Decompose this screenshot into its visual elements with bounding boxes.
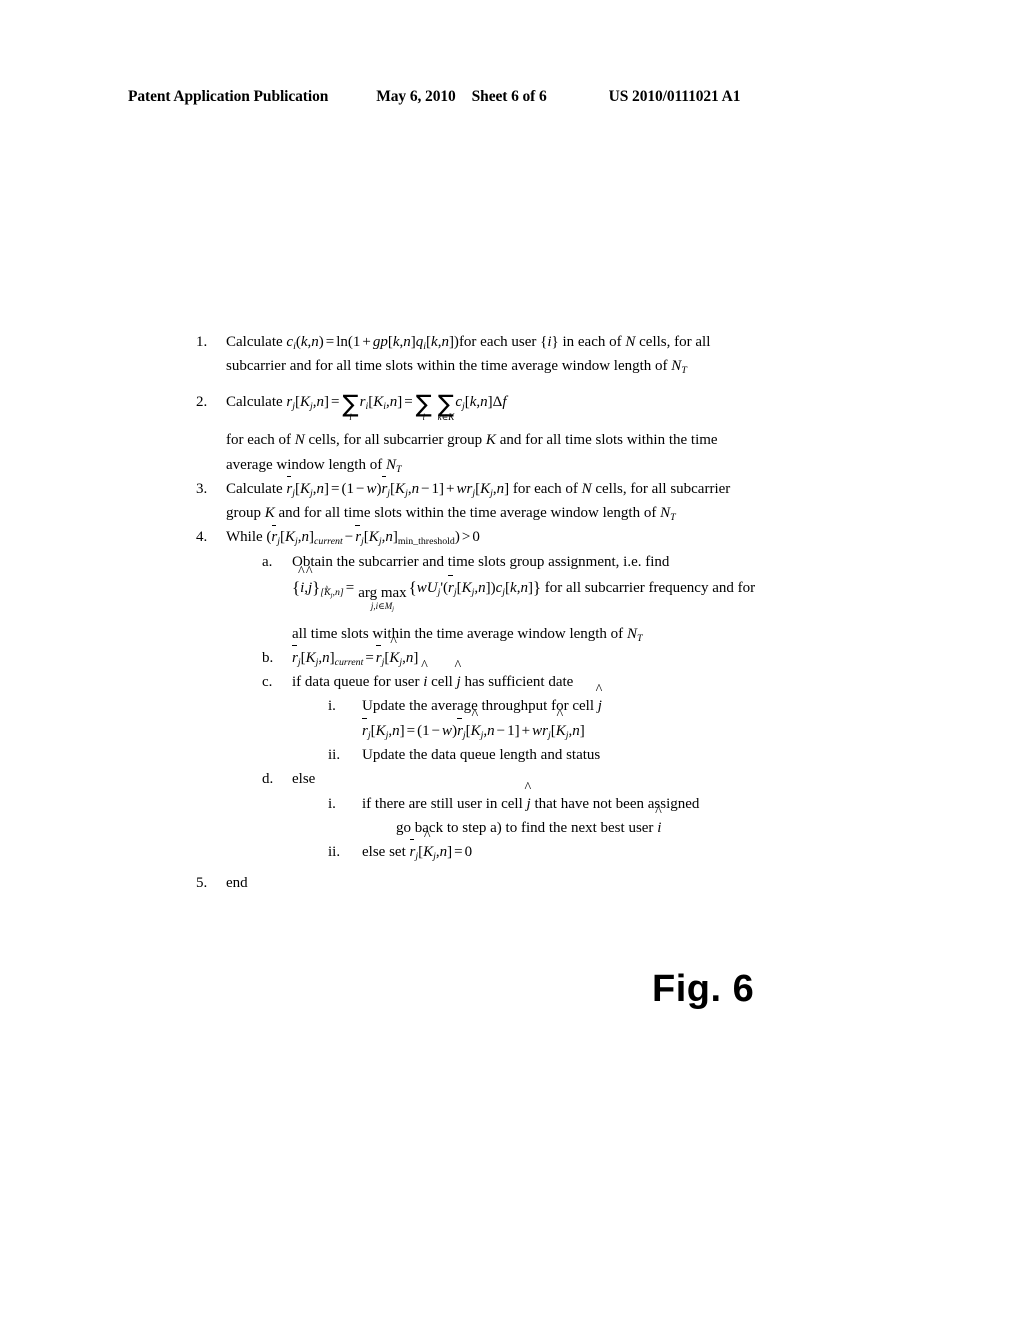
step4a-formula: {i,j}[Kj,n]=arg maxj,i∈Mj{wUj'(rj[Kj,n])…	[292, 575, 545, 612]
algorithm-step-5: 5. end	[196, 871, 896, 895]
step-content: else set rj[Kj,n]=0	[362, 839, 896, 864]
step4-lead: While	[226, 529, 263, 546]
step-content: rj[Kj,n]current=rj[Kj,n]	[292, 644, 896, 670]
algorithm-step-2-line3: average window length of NT	[226, 456, 402, 475]
step-marker: ii.	[328, 844, 341, 861]
algorithm-step-2: 2. Calculate rj[Kj,n] = ∑ i ri[Ki,n] = ∑ i ∑ k∈K…	[196, 390, 896, 423]
step4di-text-post: that have not been assigned	[534, 795, 700, 812]
step-content: While (rj[Kj,n]current − rj[Kj,n]min_thres…	[226, 524, 896, 549]
algorithm-step-4a-line3: all time slots within the time average w…	[292, 625, 643, 644]
step1-lead: Calculate	[226, 334, 283, 350]
header-patent-number: US 2010/0111021 A1	[608, 88, 741, 105]
step4ci-var-j: j	[598, 698, 602, 714]
step3-tail: for each of N cells, for all subcarrier	[512, 480, 731, 497]
step-content: end	[226, 874, 248, 891]
step4b-formula: rj[Kj,n]current=rj[Kj,n]	[292, 644, 418, 667]
page-header: Patent Application Publication May 6, 20…	[128, 88, 888, 106]
algorithm-step-4: 4. While (rj[Kj,n]current − rj[Kj,n]min_th…	[196, 524, 896, 549]
step-marker: ii.	[328, 747, 341, 764]
algorithm-step-4c: c. if data queue for user i cell j has s…	[262, 670, 896, 694]
step4di-text-pre: if there are still user in cell	[362, 795, 523, 812]
algorithm-step-3-line2: group K and for all time slots within th…	[226, 505, 676, 523]
step-marker: 1.	[196, 334, 208, 350]
step-content: if data queue for user i cell j has suff…	[292, 670, 896, 694]
header-publication-label: Patent Application Publication	[128, 88, 329, 105]
step3-formula: rj[Kj,n] = (1− w)rj[Kj,n −1] + wrj[Kj,n]	[286, 475, 512, 498]
step-content: if there are still user in cell j that h…	[362, 792, 896, 816]
step-marker: 3.	[196, 480, 208, 497]
algorithm-listing: 1. Calculate ci(k,n) = ln(1 + gp[k,n]qi[k,n]…	[196, 330, 896, 895]
step-marker: 2.	[196, 393, 208, 410]
algorithm-step-4c-i: i. Update the average throughput for cel…	[328, 694, 896, 718]
algorithm-step-2-line2: for each of N cells, for all subcarrier …	[226, 432, 718, 449]
step4c-var-i: i	[423, 674, 427, 690]
algorithm-step-1-line2: subcarrier and for all time slots within…	[226, 358, 687, 377]
algorithm-step-3: 3. Calculate rj[Kj,n] = (1− w)rj[Kj,n −1] + wr…	[196, 475, 896, 501]
algorithm-step-4d-i-line2: go back to step a) to find the next best…	[396, 816, 896, 840]
step-marker: a.	[262, 553, 273, 570]
figure-caption: Fig. 6	[652, 968, 755, 1010]
step1-tail: for each user {i} in each of N cells, fo…	[458, 334, 711, 350]
step3-lead: Calculate	[226, 480, 283, 497]
step4dii-text: else set	[362, 844, 406, 861]
algorithm-step-4c-ii: ii. Update the data queue length and sta…	[328, 743, 896, 767]
header-sheet-label: Sheet 6 of 6	[471, 88, 547, 105]
step4c-var-j: j	[457, 674, 461, 690]
step4c-text-post: has sufficient date	[464, 674, 574, 691]
step4di-line2-var: i	[657, 820, 661, 836]
step4a-formula-tail: for all subcarrier frequency and for	[544, 580, 756, 597]
algorithm-step-4b: b. rj[Kj,n]current=rj[Kj,n]	[262, 644, 896, 670]
step-content: Update the data queue length and status	[362, 747, 601, 764]
step4di-var-j: j	[527, 796, 531, 812]
step-marker: 4.	[196, 529, 208, 546]
algorithm-step-4d: d. else	[262, 767, 896, 791]
step-content: Calculate ci(k,n) = ln(1 + gp[k,n]qi[k,n])fo…	[226, 330, 896, 354]
step-content: Update the average throughput for cell j	[362, 694, 896, 718]
step-content: Obtain the subcarrier and time slots gro…	[292, 553, 670, 570]
step-content: Calculate rj[Kj,n] = ∑ i ri[Ki,n] = ∑ i ∑ k∈K cj[…	[226, 390, 896, 423]
step-marker: b.	[262, 649, 274, 666]
step-marker: d.	[262, 771, 274, 788]
algorithm-step-1: 1. Calculate ci(k,n) = ln(1 + gp[k,n]qi[k,n]…	[196, 330, 896, 354]
step4c-text-mid: cell	[431, 674, 453, 691]
step4c-text-pre: if data queue for user	[292, 674, 420, 691]
step-marker: 5.	[196, 874, 208, 891]
step-marker: i.	[328, 698, 336, 715]
algorithm-step-4a-formula-line: {i,j}[Kj,n]=arg maxj,i∈Mj{wUj'(rj[Kj,n])…	[292, 574, 896, 612]
step2-lead: Calculate	[226, 393, 283, 410]
step-marker: i.	[328, 795, 336, 812]
step1-formula: ci(k,n) = ln(1 + gp[k,n]qi[k,n])	[286, 334, 459, 352]
algorithm-step-4d-ii: ii. else set rj[Kj,n]=0	[328, 839, 896, 864]
step4ci-formula: rj[Kj,n]=(1−w)rj[Kj,n−1]+wrj[Kj,n]	[362, 717, 585, 740]
step-content: Calculate rj[Kj,n] = (1− w)rj[Kj,n −1] + wrj[K…	[226, 475, 896, 501]
header-date-label: May 6, 2010	[376, 88, 456, 105]
step4-condition: (rj[Kj,n]current − rj[Kj,n]min_threshold) >…	[266, 524, 480, 547]
algorithm-step-4c-i-formula: rj[Kj,n]=(1−w)rj[Kj,n−1]+wrj[Kj,n]	[362, 717, 896, 743]
step-marker: c.	[262, 674, 273, 691]
algorithm-step-4a: a. Obtain the subcarrier and time slots …	[262, 550, 896, 574]
step4di-line2-pre: go back to step a) to find the next best…	[396, 819, 654, 836]
step2-formula: rj[Kj,n] = ∑ i ri[Ki,n] = ∑ i ∑ k∈K cj[k,n]Δf	[286, 389, 507, 423]
algorithm-step-4d-i: i. if there are still user in cell j tha…	[328, 792, 896, 816]
step4dii-formula: rj[Kj,n]=0	[409, 839, 472, 861]
step-content: else	[292, 771, 316, 788]
